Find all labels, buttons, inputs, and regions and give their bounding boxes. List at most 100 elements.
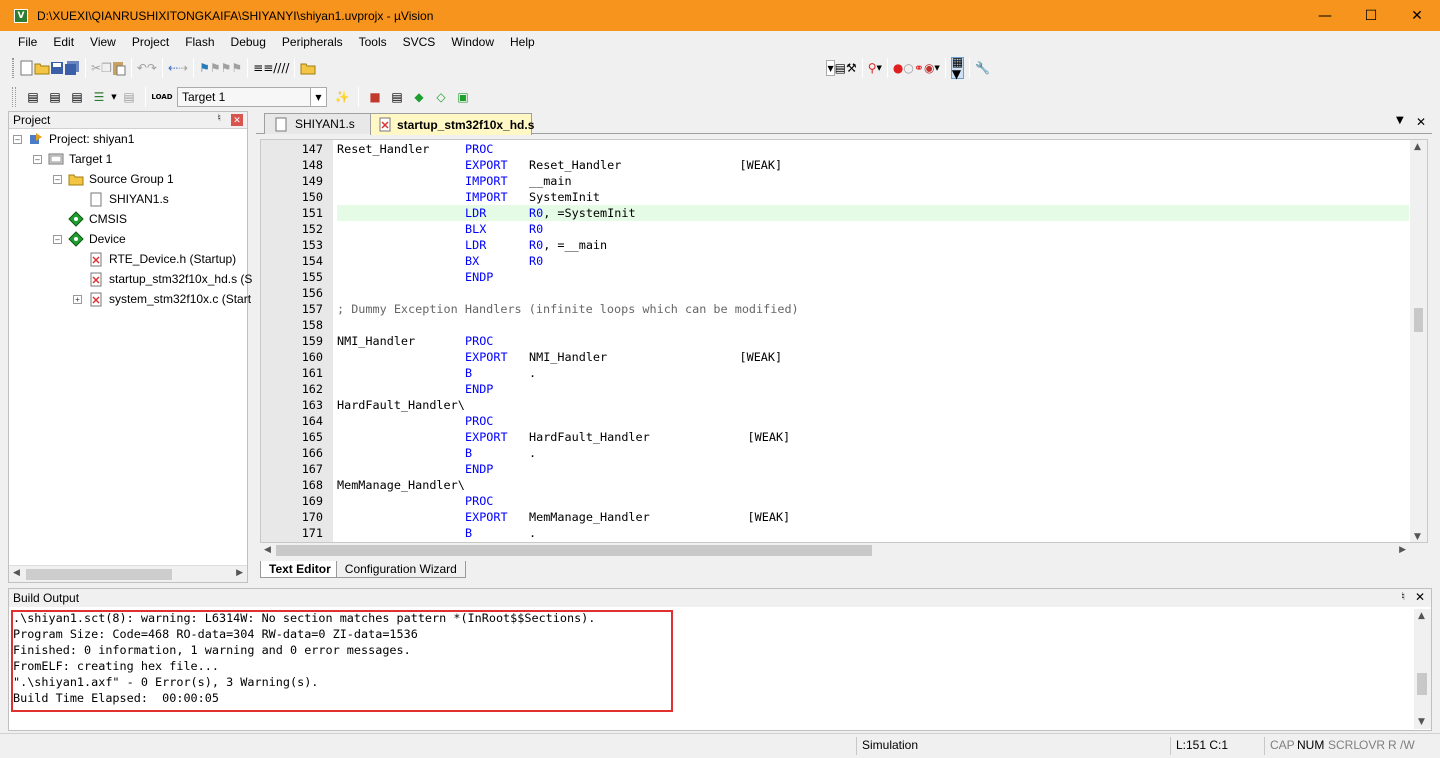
navigate-forward-icon[interactable]: ⇢ [178,57,188,79]
redo-icon[interactable]: ↷ [147,57,157,79]
find-in-files-icon[interactable] [300,57,316,79]
open-folder-icon[interactable] [34,57,50,79]
translate-icon[interactable]: ▤ [22,86,44,108]
close-panel-icon[interactable]: ✕ [231,114,243,126]
menu-edit[interactable]: Edit [45,32,82,52]
rebuild-icon[interactable]: ▤ [66,86,88,108]
bookmark-next-icon[interactable]: ⚑ [221,57,232,79]
uncomment-icon[interactable]: // [281,57,289,79]
new-file-icon[interactable] [20,57,34,79]
save-icon[interactable] [50,57,64,79]
scrollbar-thumb[interactable] [26,569,172,580]
tree-item-project[interactable]: – Project: shiyan1 [13,129,134,149]
navigate-back-icon[interactable]: ⇠ [168,57,178,79]
code-line[interactable]: 171 B. [261,525,1411,541]
toolbar-grip[interactable] [12,58,14,78]
breakpoint-dropdown-icon[interactable]: ▼ [934,57,939,79]
code-line[interactable]: 155 ENDP [261,269,1411,285]
code-line[interactable]: 154 BX R0 [261,253,1411,269]
target-options-icon[interactable]: ✨ [331,86,353,108]
code-line[interactable]: 150 IMPORT SystemInit [261,189,1411,205]
pack-installer-icon[interactable]: ▣ [452,86,474,108]
select-software-packs-icon[interactable]: ◇ [430,86,452,108]
code-line[interactable]: 161 B. [261,365,1411,381]
project-horizontal-scrollbar[interactable]: ◀ ▶ [9,565,247,582]
comment-icon[interactable]: // [273,57,281,79]
incremental-find-icon[interactable]: ⚒ [846,57,857,79]
scroll-down-icon[interactable]: ▼ [1414,532,1421,542]
code-line[interactable]: 152 BLX R0 [261,221,1411,237]
menu-help[interactable]: Help [502,32,543,52]
tree-item-system-file[interactable]: + system_stm32f10x.c (Start [73,289,251,309]
find-combo-dropdown[interactable]: ▼ [826,60,835,76]
download-load-icon[interactable]: LOAD [151,86,173,108]
tree-item-startup-file[interactable]: startup_stm32f10x_hd.s (S [88,269,252,289]
code-line[interactable]: 147 Reset_Handler PROC [261,141,1411,157]
scroll-left-icon[interactable]: ◀ [13,568,20,578]
bookmark-insert-icon[interactable]: ⚑ [199,57,210,79]
tree-item-target[interactable]: – Target 1 [33,149,112,169]
configure-icon[interactable]: 🔧 [975,57,990,79]
code-line[interactable]: 160 EXPORT NMI_Handler [WEAK] [261,349,1411,365]
menu-window[interactable]: Window [443,32,502,52]
insert-breakpoint-icon[interactable]: ● [893,57,903,79]
tree-item-rte-device[interactable]: RTE_Device.h (Startup) [88,249,236,269]
expand-icon[interactable]: + [73,294,82,304]
chevron-down-icon[interactable]: ▼ [310,88,326,106]
debug-dropdown-icon[interactable]: ▼ [877,57,882,79]
code-line[interactable]: 156 [261,285,1411,301]
code-line[interactable]: 166 B. [261,445,1411,461]
code-line[interactable]: 163 HardFault_Handler\ [261,397,1411,413]
batch-build-icon[interactable]: ☰ [88,86,110,108]
kill-breakpoints-icon[interactable]: ◉ [924,57,934,79]
tree-item-device[interactable]: – Device [53,229,126,249]
undo-icon[interactable]: ↶ [137,57,147,79]
indent-icon[interactable]: ≡ [253,57,263,79]
file-extensions-icon[interactable]: ▤ [386,86,408,108]
collapse-icon[interactable]: – [53,234,62,244]
scroll-up-icon[interactable]: ▲ [1414,142,1421,152]
stop-build-icon[interactable]: ▤ [118,86,140,108]
debug-session-icon[interactable]: ⚲ [868,57,877,79]
collapse-icon[interactable]: – [53,174,62,184]
pin-icon[interactable]: ♮ [1401,590,1405,603]
code-line[interactable]: 159 NMI_Handler PROC [261,333,1411,349]
build-icon[interactable]: ▤ [44,86,66,108]
copy-icon[interactable]: ❐ [101,57,112,79]
code-line[interactable]: 158 [261,317,1411,333]
unindent-icon[interactable]: ≡ [263,57,273,79]
scroll-up-icon[interactable]: ▲ [1418,611,1425,621]
bookmark-prev-icon[interactable]: ⚑ [210,57,221,79]
code-line[interactable]: 148 EXPORT Reset_Handler [WEAK] [261,157,1411,173]
window-layout-icon[interactable]: ▦ ▼ [950,56,965,80]
tree-item-cmsis[interactable]: CMSIS [68,209,127,229]
enable-breakpoint-icon[interactable]: ○ [903,57,913,79]
menu-peripherals[interactable]: Peripherals [274,32,351,52]
code-line[interactable]: 149 IMPORT __main [261,173,1411,189]
code-line[interactable]: 153 LDR R0, =__main [261,237,1411,253]
build-output-vertical-scrollbar[interactable]: ▲ ▼ [1414,609,1431,729]
code-line[interactable]: 165 EXPORT HardFault_Handler [WEAK] [261,429,1411,445]
editor-vertical-scrollbar[interactable]: ▲ ▼ [1410,140,1427,542]
scroll-left-icon[interactable]: ◀ [264,545,271,555]
batch-build-dropdown-icon[interactable]: ▼ [110,86,118,108]
scroll-right-icon[interactable]: ▶ [1399,545,1406,555]
tab-shiyan1-s[interactable]: SHIYAN1.s [264,113,372,134]
code-line[interactable]: 162 ENDP [261,381,1411,397]
manage-components-icon[interactable]: ■ [364,86,386,108]
bookmark-clear-icon[interactable]: ⚑ [231,57,242,79]
scrollbar-thumb[interactable] [1414,308,1423,332]
code-line[interactable]: 164 PROC [261,413,1411,429]
target-select[interactable]: Target 1 ▼ [177,87,327,107]
close-panel-icon[interactable]: ✕ [1415,590,1425,604]
menu-svcs[interactable]: SVCS [395,32,444,52]
collapse-icon[interactable]: – [13,134,22,144]
scroll-right-icon[interactable]: ▶ [236,568,243,578]
code-line[interactable]: 157 ; Dummy Exception Handlers (infinite … [261,301,1411,317]
find-icon[interactable]: ▤ [835,57,846,79]
maximize-button[interactable]: ☐ [1348,0,1394,31]
code-line[interactable]: 169 PROC [261,493,1411,509]
tab-list-dropdown-icon[interactable]: ▼ [1396,115,1404,126]
tree-item-source-group[interactable]: – Source Group 1 [53,169,174,189]
disable-breakpoints-icon[interactable]: ⚭ [914,57,924,79]
